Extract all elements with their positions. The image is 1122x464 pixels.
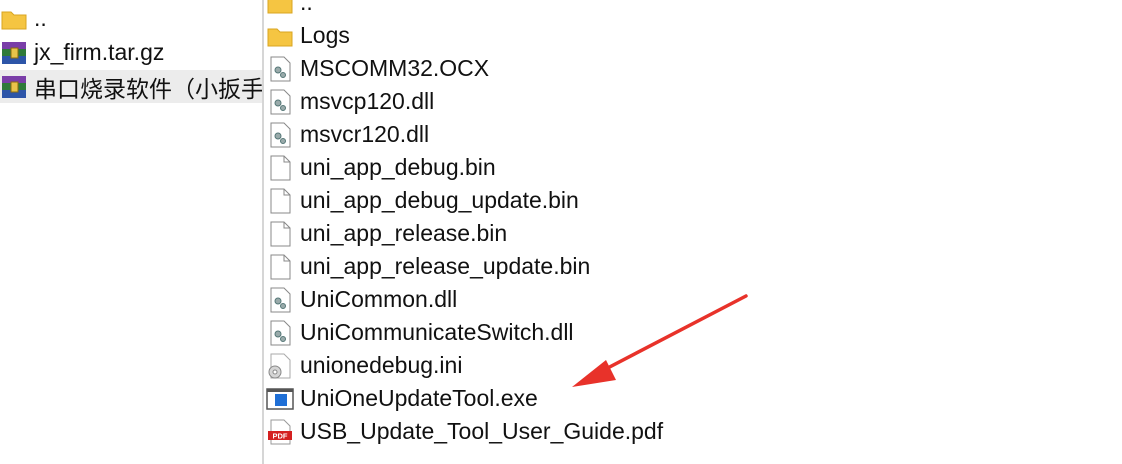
annotation-arrow xyxy=(572,294,748,387)
